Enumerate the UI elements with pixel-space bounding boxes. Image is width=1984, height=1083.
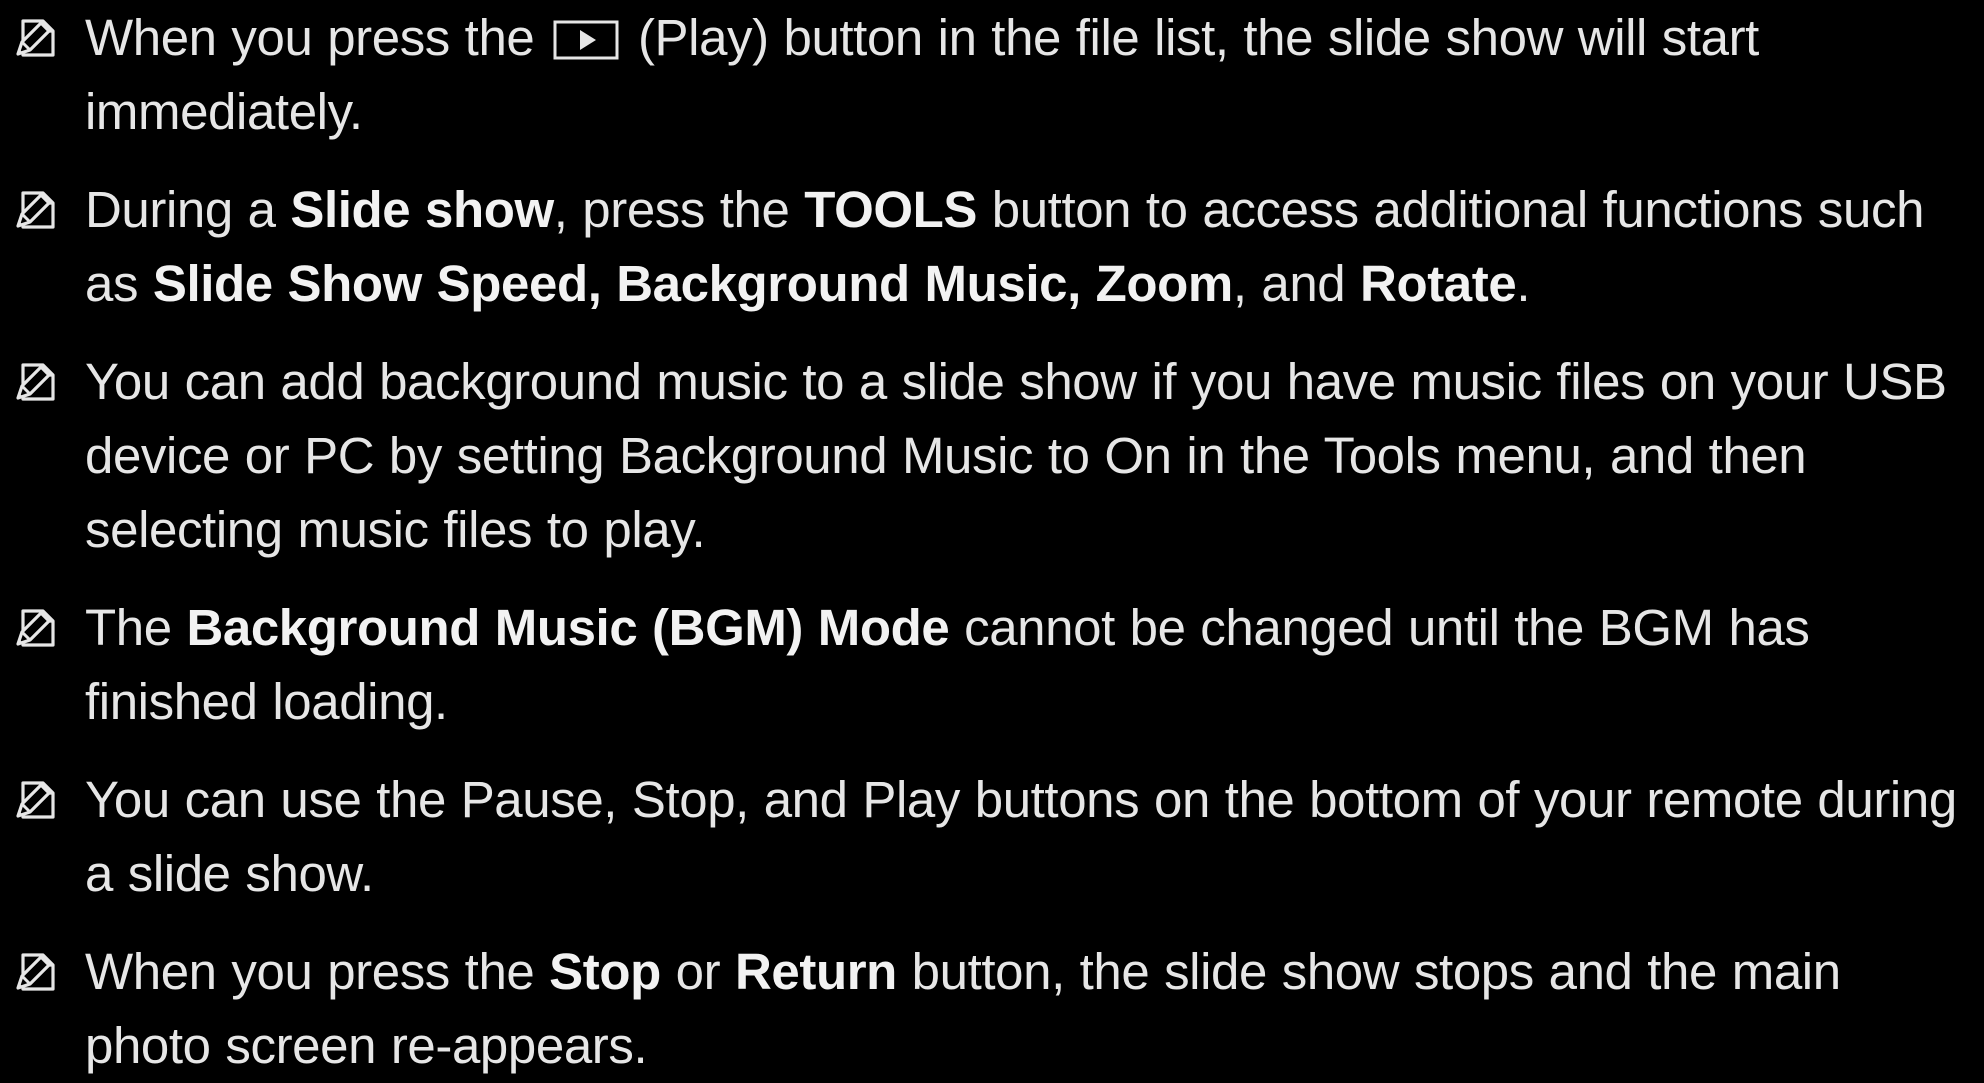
note-icon xyxy=(14,16,58,60)
note-text-part: When you press the xyxy=(85,943,550,1000)
rotate-term: Rotate xyxy=(1360,255,1517,312)
note-text-part: . xyxy=(1516,255,1531,312)
tools-button-term: TOOLS xyxy=(804,181,977,238)
note-text-part: When you press the xyxy=(85,9,535,66)
note-icon xyxy=(14,950,58,994)
stop-button-term: Stop xyxy=(549,943,661,1000)
note-text-part: , and xyxy=(1232,255,1361,312)
slide-show-term: Slide show xyxy=(290,181,554,238)
note-text-part: or xyxy=(660,943,735,1000)
note-text-part: During a xyxy=(85,181,291,238)
note-icon xyxy=(14,778,58,822)
note-text-part: You can add background music to a slide … xyxy=(85,353,1947,558)
note-icon xyxy=(14,606,58,650)
note-text: When you press the Stop or Return button… xyxy=(85,935,1980,1083)
note-text-part: The xyxy=(85,599,187,656)
note-icon xyxy=(14,188,58,232)
note-text: During a Slide show, press the TOOLS but… xyxy=(85,173,1980,321)
note-text-part: , press the xyxy=(553,181,805,238)
play-button-icon xyxy=(553,20,619,60)
functions-term: Slide Show Speed, Background Music, Zoom xyxy=(152,255,1233,312)
return-button-term: Return xyxy=(734,943,897,1000)
note-text: When you press the (Play) button in the … xyxy=(85,1,1980,149)
note-text: The Background Music (BGM) Mode cannot b… xyxy=(85,591,1980,739)
note-text-part: You can use the Pause, Stop, and Play bu… xyxy=(85,771,1957,902)
note-icon xyxy=(14,360,58,404)
note-text: You can add background music to a slide … xyxy=(85,345,1980,567)
bgm-mode-term: Background Music (BGM) Mode xyxy=(186,599,950,656)
note-text: You can use the Pause, Stop, and Play bu… xyxy=(85,763,1980,911)
